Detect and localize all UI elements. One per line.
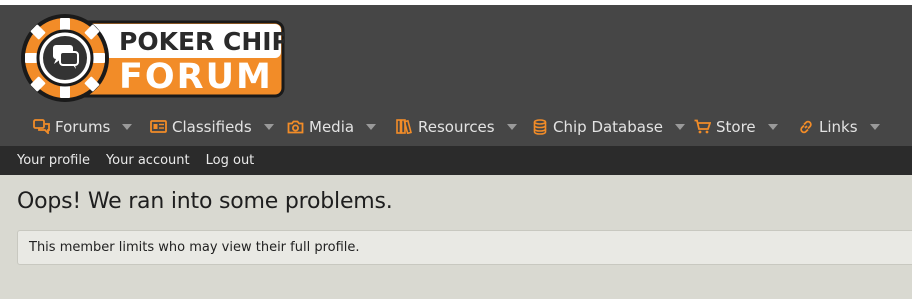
- nav-media-label: Media: [309, 117, 355, 136]
- poker-chip-logo: POKER CHIP FORUM: [21, 14, 290, 102]
- site-header: POKER CHIP FORUM: [0, 5, 912, 107]
- chevron-down-icon[interactable]: [366, 123, 377, 130]
- error-notice: This member limits who may view their fu…: [17, 230, 912, 265]
- chevron-down-icon[interactable]: [767, 123, 778, 130]
- nav-links-label: Links: [819, 117, 858, 136]
- logo-line1: POKER CHIP: [119, 27, 285, 56]
- main-nav: Forums Classifieds Media Resources Chip …: [0, 107, 912, 146]
- books-icon: [396, 118, 413, 135]
- newspaper-icon: [150, 118, 167, 135]
- cart-icon: [694, 118, 711, 135]
- nav-forums[interactable]: Forums: [33, 107, 133, 146]
- chevron-down-icon[interactable]: [122, 123, 133, 130]
- chat-bubbles-icon: [33, 118, 50, 135]
- nav-links[interactable]: Links: [797, 107, 880, 146]
- chevron-down-icon[interactable]: [506, 123, 517, 130]
- link-icon: [797, 118, 814, 135]
- nav-chip-database[interactable]: Chip Database: [531, 107, 686, 146]
- your-account-link[interactable]: Your account: [106, 153, 190, 168]
- nav-resources-label: Resources: [418, 117, 495, 136]
- logo-line2: FORUM: [119, 57, 273, 97]
- nav-classifieds-label: Classifieds: [172, 117, 252, 136]
- nav-chip-database-label: Chip Database: [553, 117, 664, 136]
- page-title: Oops! We ran into some problems.: [17, 189, 393, 214]
- log-out-link[interactable]: Log out: [206, 153, 255, 168]
- chevron-down-icon[interactable]: [675, 123, 686, 130]
- chevron-down-icon[interactable]: [263, 123, 274, 130]
- camera-icon: [287, 118, 304, 135]
- account-subnav: Your profile Your account Log out: [0, 146, 912, 175]
- database-icon: [531, 118, 548, 135]
- nav-media[interactable]: Media: [287, 107, 377, 146]
- nav-classifieds[interactable]: Classifieds: [150, 107, 274, 146]
- your-profile-link[interactable]: Your profile: [17, 153, 90, 168]
- nav-store[interactable]: Store: [694, 107, 778, 146]
- error-message: This member limits who may view their fu…: [29, 240, 360, 255]
- chevron-down-icon[interactable]: [869, 123, 880, 130]
- nav-forums-label: Forums: [55, 117, 111, 136]
- nav-resources[interactable]: Resources: [396, 107, 517, 146]
- site-logo[interactable]: POKER CHIP FORUM: [19, 12, 290, 108]
- nav-store-label: Store: [716, 117, 756, 136]
